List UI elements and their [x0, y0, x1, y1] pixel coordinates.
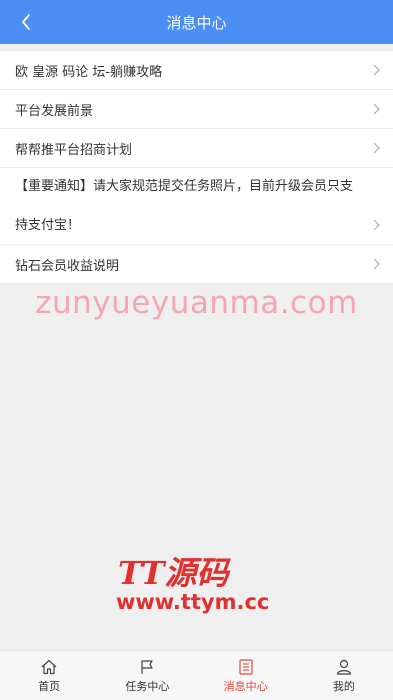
back-button[interactable] [8, 0, 44, 44]
tab-message-center[interactable]: 消息中心 [197, 651, 295, 700]
chevron-right-icon [373, 103, 380, 115]
message-list: 欧 皇源 码论 坛-躺赚攻略 平台发展前景 帮帮推平台招商计划 【重要通知】请大… [0, 51, 393, 284]
watermark-text: zunyueyuanma.com [35, 285, 358, 321]
message-item[interactable]: 钻石会员收益说明 [0, 245, 393, 284]
tab-label: 消息中心 [223, 679, 268, 693]
message-item-label: 帮帮推平台招商计划 [15, 142, 133, 158]
message-item[interactable]: 【重要通知】请大家规范提交任务照片，目前升级会员只支持支付宝！ [0, 168, 393, 245]
tab-label: 任务中心 [125, 679, 170, 693]
logo-title: TT源码 [118, 554, 229, 592]
message-item-label: 【重要通知】请大家规范提交任务照片，目前升级会员只支持支付宝！ [15, 179, 354, 233]
document-icon [239, 658, 253, 675]
logo: TT源码 www.ttym.cc [112, 548, 282, 618]
message-item[interactable]: 帮帮推平台招商计划 [0, 129, 393, 168]
logo-url: www.ttym.cc [116, 590, 270, 614]
message-item[interactable]: 平台发展前景 [0, 90, 393, 129]
chevron-right-icon [373, 258, 380, 270]
chevron-right-icon [373, 64, 380, 76]
home-icon [41, 659, 57, 674]
flag-icon [141, 659, 153, 674]
tab-mine[interactable]: 我的 [295, 651, 393, 700]
user-icon [336, 659, 351, 675]
chevron-left-icon [22, 14, 30, 30]
message-item-label: 欧 皇源 码论 坛-躺赚攻略 [15, 64, 163, 80]
tab-home[interactable]: 首页 [0, 651, 98, 700]
header-bar: 消息中心 [0, 0, 393, 44]
message-item-label: 平台发展前景 [15, 103, 94, 119]
chevron-right-icon [373, 142, 380, 154]
bottom-tab-bar: 首页 任务中心 消息中心 我的 [0, 650, 393, 700]
tab-label: 首页 [38, 679, 61, 693]
message-item-label: 钻石会员收益说明 [15, 258, 120, 274]
tab-task-center[interactable]: 任务中心 [98, 651, 196, 700]
chevron-right-icon [373, 219, 380, 231]
page-title: 消息中心 [166, 13, 227, 32]
message-item[interactable]: 欧 皇源 码论 坛-躺赚攻略 [0, 51, 393, 90]
tab-label: 我的 [332, 679, 355, 693]
